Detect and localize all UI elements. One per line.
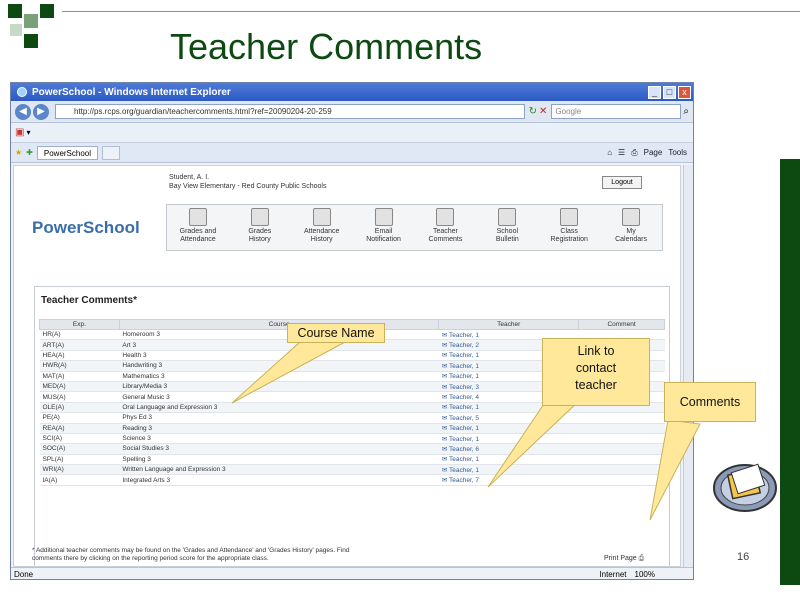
course-name-tail — [231, 341, 346, 404]
callout-course-name: Course Name — [287, 323, 385, 343]
callout-comments-text: Comments — [679, 395, 741, 409]
callout-tails — [231, 341, 701, 521]
comments-tail — [649, 419, 701, 521]
link-tail — [487, 391, 584, 488]
callout-course-name-text: Course Name — [297, 326, 375, 340]
callout-link: Link to contact teacher — [542, 338, 650, 406]
callout-link-line3: teacher — [575, 378, 617, 392]
slide-number: 16 — [737, 551, 750, 563]
callout-comments: Comments — [664, 382, 756, 422]
folder-disc-icon — [713, 463, 777, 512]
callout-link-line1: Link to — [577, 344, 615, 358]
callout-link-line2: contact — [575, 361, 617, 375]
